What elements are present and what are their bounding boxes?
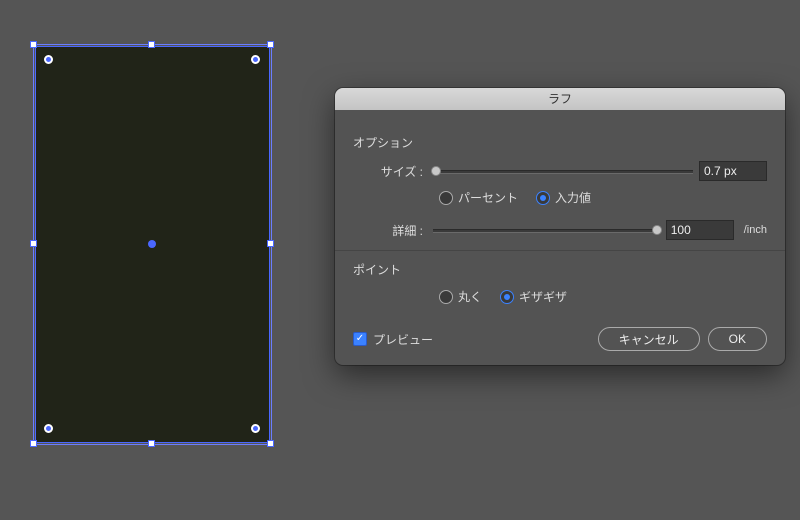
points-section-label: ポイント	[353, 261, 767, 278]
selection-handle[interactable]	[30, 240, 37, 247]
selection-handle[interactable]	[148, 41, 155, 48]
detail-input[interactable]	[666, 220, 734, 240]
detail-unit: /inch	[744, 224, 767, 236]
radio-icon	[439, 191, 453, 205]
selection-handle[interactable]	[30, 41, 37, 48]
size-label: サイズ :	[353, 163, 427, 180]
anchor-point[interactable]	[44, 424, 53, 433]
detail-label: 詳細 :	[353, 222, 427, 239]
radio-label: パーセント	[458, 189, 518, 206]
radio-icon	[536, 191, 550, 205]
options-section-label: オプション	[353, 134, 767, 151]
preview-checkbox[interactable]: ✓ プレビュー	[353, 331, 433, 348]
preview-label: プレビュー	[373, 331, 433, 348]
selection-handle[interactable]	[267, 41, 274, 48]
selection-handle[interactable]	[267, 240, 274, 247]
points-jagged-radio[interactable]: ギザギザ	[500, 288, 567, 305]
anchor-point[interactable]	[251, 424, 260, 433]
radio-label: 入力値	[555, 189, 591, 206]
checkbox-icon: ✓	[353, 332, 367, 346]
radio-label: 丸く	[458, 288, 482, 305]
anchor-point[interactable]	[251, 55, 260, 64]
radio-label: ギザギザ	[519, 288, 567, 305]
size-slider-knob[interactable]	[431, 166, 441, 176]
radio-icon	[439, 290, 453, 304]
detail-slider-knob[interactable]	[652, 225, 662, 235]
selection-handle[interactable]	[148, 440, 155, 447]
selection-handle[interactable]	[30, 440, 37, 447]
dialog-title[interactable]: ラフ	[335, 88, 785, 110]
roughen-dialog: ラフ オプション サイズ : パーセント 入力値 詳細 :	[335, 88, 785, 365]
radio-icon	[500, 290, 514, 304]
size-input[interactable]	[699, 161, 767, 181]
object-center-indicator	[148, 240, 156, 248]
size-mode-absolute-radio[interactable]: 入力値	[536, 189, 591, 206]
ok-button[interactable]: OK	[708, 327, 767, 351]
size-mode-percent-radio[interactable]: パーセント	[439, 189, 518, 206]
anchor-point[interactable]	[44, 55, 53, 64]
size-slider[interactable]	[433, 164, 693, 178]
points-round-radio[interactable]: 丸く	[439, 288, 482, 305]
cancel-button[interactable]: キャンセル	[598, 327, 700, 351]
detail-slider[interactable]	[433, 223, 660, 237]
selection-handle[interactable]	[267, 440, 274, 447]
section-divider	[335, 250, 785, 251]
